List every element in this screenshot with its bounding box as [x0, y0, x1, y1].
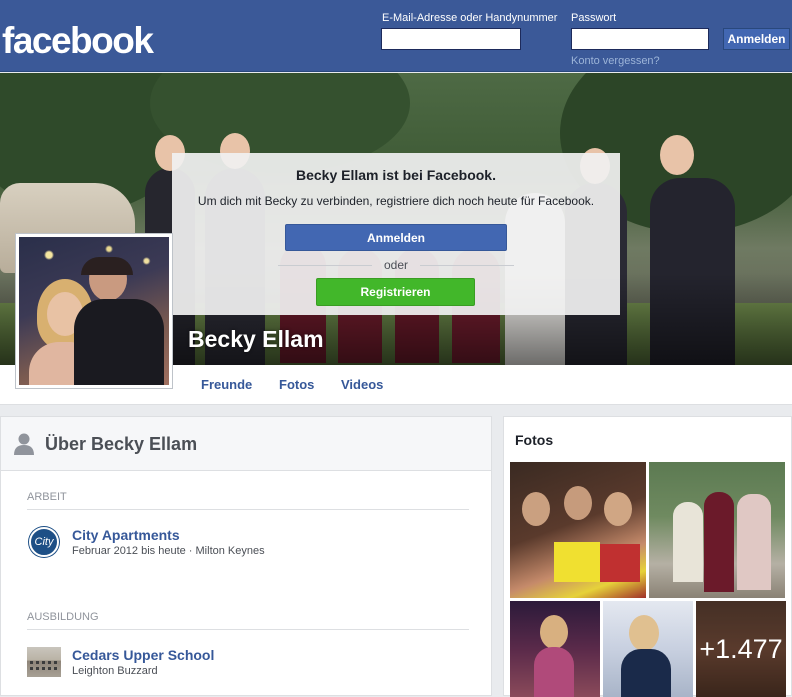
work-section-label: ARBEIT [27, 491, 67, 503]
email-input[interactable] [381, 28, 521, 50]
education-divider [27, 629, 469, 630]
cedars-school-logo[interactable] [27, 647, 61, 677]
join-subtitle: Um dich mit Becky zu verbinden, registri… [197, 194, 595, 208]
tab-videos[interactable]: Videos [341, 377, 383, 392]
education-section-label: AUSBILDUNG [27, 611, 99, 623]
about-header: Über Becky Ellam [1, 417, 491, 471]
or-text: oder [383, 258, 409, 272]
about-title: Über Becky Ellam [45, 434, 198, 454]
about-card: Über Becky Ellam ARBEIT City City Apartm… [0, 416, 492, 696]
person-icon [14, 433, 34, 455]
city-apartments-logo[interactable]: City [29, 527, 59, 557]
photos-title: Fotos [515, 432, 554, 448]
photo-thumbnail-3[interactable] [510, 601, 600, 697]
education-detail: Leighton Buzzard [72, 665, 158, 677]
profile-name[interactable]: Becky Ellam [188, 326, 324, 353]
photo-thumbnail-2[interactable] [649, 462, 785, 598]
facebook-logo[interactable]: facebook [2, 20, 154, 62]
email-label: E-Mail-Adresse oder Handynummer [382, 12, 558, 24]
forgot-account-link[interactable]: Konto vergessen? [571, 55, 660, 67]
work-detail: Februar 2012 bis heute · Milton Keynes [72, 545, 265, 557]
top-bar: facebook E-Mail-Adresse oder Handynummer… [0, 0, 792, 72]
password-input[interactable] [571, 28, 709, 50]
work-title[interactable]: City Apartments [72, 527, 180, 543]
or-divider-right [420, 265, 514, 266]
tab-photos[interactable]: Fotos [279, 377, 314, 392]
photo-thumbnail-5[interactable]: +1.477 [696, 601, 786, 697]
photo-thumbnail-1[interactable] [510, 462, 646, 598]
profile-picture[interactable] [15, 233, 173, 389]
work-divider [27, 509, 469, 510]
join-title: Becky Ellam ist bei Facebook. [296, 167, 496, 183]
more-photos-count[interactable]: +1.477 [696, 601, 786, 697]
photo-thumbnail-4[interactable] [603, 601, 693, 697]
photos-card: Fotos +1.477 [503, 416, 792, 697]
join-prompt: Becky Ellam ist bei Facebook. Um dich mi… [172, 153, 620, 315]
city-apartments-logo-text: City [34, 536, 54, 548]
tab-friends[interactable]: Freunde [201, 377, 252, 392]
education-title[interactable]: Cedars Upper School [72, 647, 214, 663]
login-button[interactable]: Anmelden [723, 28, 790, 50]
join-login-button[interactable]: Anmelden [285, 224, 507, 251]
password-label: Passwort [571, 12, 617, 24]
register-button[interactable]: Registrieren [316, 278, 475, 306]
